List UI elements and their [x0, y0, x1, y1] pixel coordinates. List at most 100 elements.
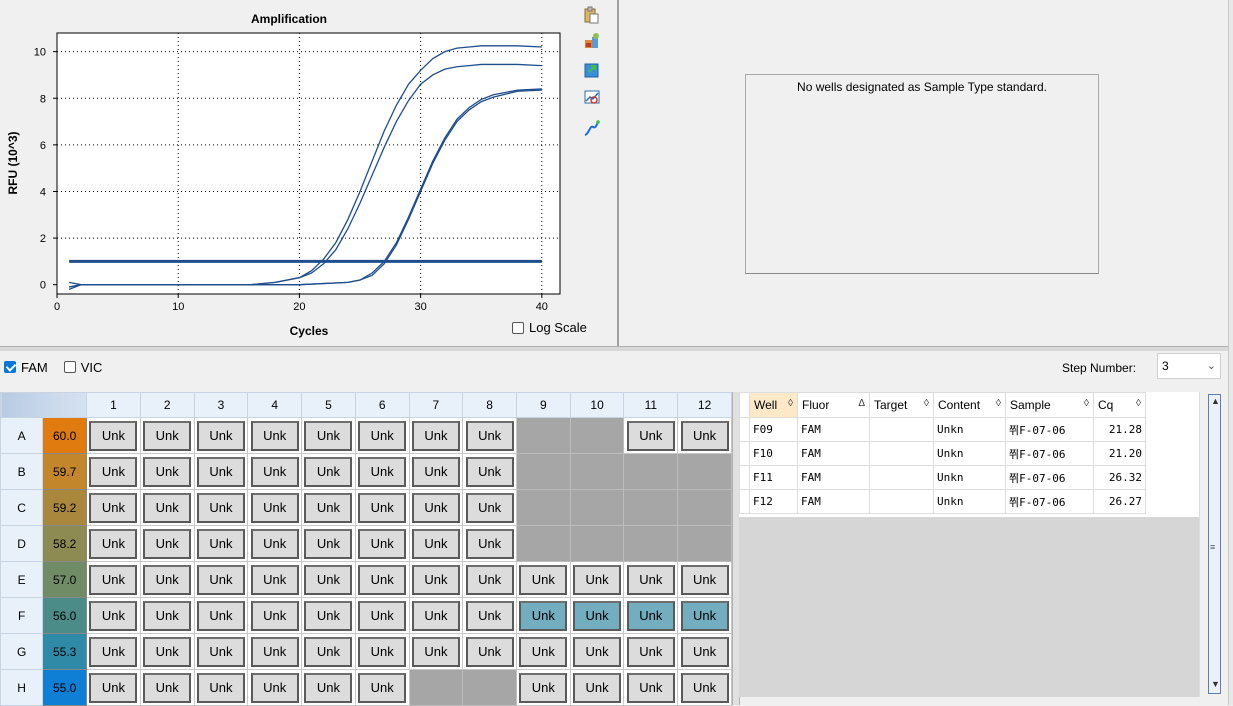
plate-col-header[interactable]: 9 [516, 392, 571, 418]
plate-col-header[interactable]: 5 [301, 392, 356, 418]
plate-well[interactable]: Unk [193, 597, 249, 634]
plate-well[interactable] [623, 489, 679, 526]
fam-checkbox[interactable] [4, 361, 16, 373]
plate-well[interactable]: Unk [516, 669, 571, 706]
row-selector[interactable] [739, 417, 750, 442]
plate-well[interactable]: Unk [193, 669, 249, 706]
plate-col-header[interactable]: 11 [623, 392, 679, 418]
plate-well[interactable]: Unk [354, 489, 410, 526]
plate-well[interactable]: Unk [516, 561, 571, 598]
plate-well[interactable]: Unk [86, 417, 141, 454]
plate-col-header[interactable]: 2 [139, 392, 195, 418]
sort-icon[interactable]: Δ [858, 398, 865, 409]
plate-well[interactable]: Unk [462, 417, 517, 454]
plate-well[interactable]: Unk [193, 489, 249, 526]
plate-well[interactable]: Unk [86, 489, 141, 526]
plate-well[interactable] [677, 489, 732, 526]
plate-col-header[interactable]: 3 [193, 392, 249, 418]
plate-well[interactable]: Unk [623, 633, 679, 670]
plate-well[interactable]: Unk [247, 633, 303, 670]
plate-well[interactable]: Unk [462, 597, 517, 634]
plate-row-header[interactable]: F [0, 597, 44, 634]
plate-well[interactable]: Unk [462, 561, 517, 598]
plate-well[interactable]: Unk [247, 561, 303, 598]
plate-well[interactable]: Unk [354, 633, 410, 670]
plate-well[interactable]: Unk [193, 525, 249, 562]
table-row[interactable]: F10 FAM Unkn 쮜F-07-06 21.20 [739, 441, 1146, 466]
plate-row-header[interactable]: H [0, 669, 44, 706]
plate-well[interactable] [462, 669, 517, 706]
plate-well[interactable]: Unk [354, 453, 410, 490]
plate-row-header[interactable]: C [0, 489, 44, 526]
plate-well[interactable]: Unk [247, 489, 303, 526]
plate-well[interactable] [516, 417, 571, 454]
plate-well[interactable]: Unk [354, 597, 410, 634]
plate-well[interactable]: Unk [408, 561, 464, 598]
plate-row-header[interactable]: B [0, 453, 44, 490]
plate-well[interactable]: Unk [301, 453, 356, 490]
plate-well[interactable]: Unk [569, 597, 625, 634]
export-icon[interactable] [583, 61, 601, 79]
plate-well[interactable]: Unk [301, 561, 356, 598]
plate-well[interactable]: Unk [86, 597, 141, 634]
plate-col-header[interactable]: 8 [462, 392, 517, 418]
plate-well[interactable]: Unk [677, 633, 732, 670]
plate-well[interactable]: Unk [677, 597, 732, 634]
plate-well[interactable]: Unk [408, 453, 464, 490]
fluor-option-vic[interactable]: VIC [63, 360, 102, 375]
plate-well[interactable]: Unk [677, 417, 732, 454]
plate-well[interactable] [677, 453, 732, 490]
scroll-down-icon[interactable]: ▼ [1210, 679, 1221, 690]
column-header-well[interactable]: Well ◊ [749, 392, 798, 418]
plate-well[interactable] [408, 669, 464, 706]
plate-well[interactable]: Unk [623, 417, 679, 454]
plate-well[interactable]: Unk [408, 597, 464, 634]
plate-well[interactable]: Unk [354, 669, 410, 706]
plate-well[interactable]: Unk [408, 633, 464, 670]
fluor-option-fam[interactable]: FAM [4, 360, 48, 375]
plate-well[interactable] [516, 525, 571, 562]
results-scrollbar[interactable]: ▲ ≡ ▼ [1199, 392, 1227, 697]
plate-row-header[interactable]: A [0, 417, 44, 454]
plate-well[interactable]: Unk [193, 453, 249, 490]
log-scale-option[interactable]: Log Scale [512, 320, 587, 335]
plate-well[interactable]: Unk [139, 633, 195, 670]
plate-col-header[interactable]: 4 [247, 392, 303, 418]
plate-col-header[interactable]: 7 [408, 392, 464, 418]
plate-well[interactable]: Unk [193, 417, 249, 454]
plate-well[interactable]: Unk [462, 525, 517, 562]
plate-corner[interactable] [0, 392, 88, 418]
plate-well[interactable]: Unk [462, 633, 517, 670]
column-header-fluor[interactable]: Fluor Δ [797, 392, 870, 418]
table-row[interactable]: F11 FAM Unkn 쮜F-07-06 26.32 [739, 465, 1146, 490]
plate-well[interactable]: Unk [86, 669, 141, 706]
vic-checkbox[interactable] [63, 361, 76, 373]
plate-well[interactable]: Unk [569, 561, 625, 598]
plate-well[interactable]: Unk [623, 561, 679, 598]
plate-row-header[interactable]: D [0, 525, 44, 562]
plate-well[interactable]: Unk [569, 633, 625, 670]
plate-well[interactable]: Unk [139, 597, 195, 634]
plate-col-header[interactable]: 6 [354, 392, 410, 418]
table-row[interactable]: F12 FAM Unkn 쮜F-07-06 26.27 [739, 489, 1146, 514]
plate-well[interactable] [569, 453, 625, 490]
plate-well[interactable] [569, 525, 625, 562]
row-selector[interactable] [739, 441, 750, 466]
plate-well[interactable]: Unk [516, 633, 571, 670]
plate-well[interactable]: Unk [301, 597, 356, 634]
plate-well[interactable]: Unk [354, 525, 410, 562]
plate-well[interactable]: Unk [301, 669, 356, 706]
clipboard-icon[interactable] [582, 6, 600, 24]
row-selector[interactable] [739, 465, 750, 490]
plate-well[interactable]: Unk [516, 597, 571, 634]
plate-well[interactable]: Unk [247, 597, 303, 634]
plate-well[interactable] [516, 453, 571, 490]
plate-well[interactable]: Unk [623, 669, 679, 706]
sort-icon[interactable]: ◊ [1084, 398, 1089, 409]
plate-well[interactable]: Unk [247, 669, 303, 706]
plate-well[interactable]: Unk [139, 453, 195, 490]
sort-icon[interactable]: ◊ [924, 398, 929, 409]
sort-icon[interactable]: ◊ [996, 398, 1001, 409]
plate-well[interactable]: Unk [677, 669, 732, 706]
sort-icon[interactable]: ◊ [788, 398, 793, 409]
